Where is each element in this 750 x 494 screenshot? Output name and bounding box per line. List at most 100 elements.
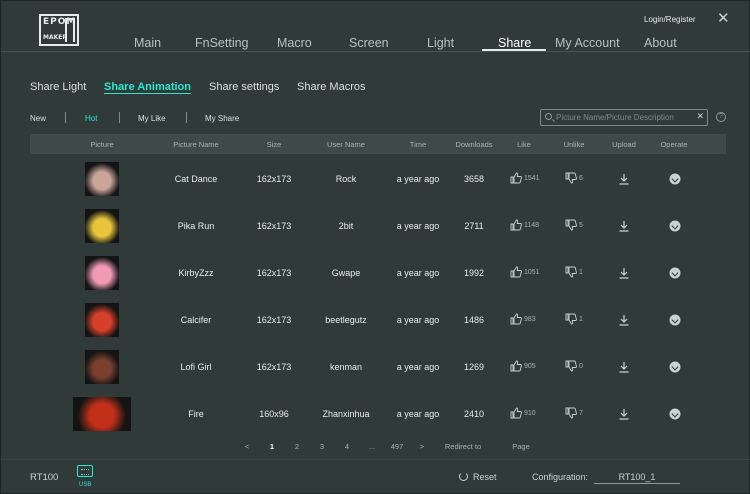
nav-macro[interactable]: Macro [277, 36, 312, 50]
page-number[interactable]: 4 [345, 442, 349, 451]
table-row: Cat Dance 162x173 Rock a year ago 3658 1541 6 [30, 155, 726, 202]
user-name: Zhanxinhua [322, 408, 370, 419]
epomaker-logo: EPOM MAKER [39, 14, 79, 46]
animation-thumbnail[interactable] [85, 208, 119, 243]
column-header: Unlike [563, 140, 585, 149]
nav-main[interactable]: Main [134, 36, 161, 50]
animation-thumbnail[interactable] [85, 255, 119, 290]
table-row: KirbyZzz 162x173 Gwape a year ago 1992 1051 1 [30, 249, 726, 296]
like-button[interactable]: 910 [510, 407, 536, 421]
column-header: Size [266, 140, 282, 149]
download-icon[interactable] [618, 361, 630, 373]
unlike-button[interactable]: 1 [565, 313, 583, 327]
operate-dropdown-icon[interactable] [669, 361, 681, 372]
unlike-button[interactable]: 7 [565, 407, 583, 421]
like-button[interactable]: 1148 [510, 219, 539, 233]
configuration-select[interactable]: RT100_1 [594, 472, 680, 484]
tab-share-macros[interactable]: Share Macros [297, 81, 365, 93]
search-icon [545, 113, 552, 120]
table-header: Picture Picture Name Size User Name Time… [30, 134, 726, 154]
operate-dropdown-icon[interactable] [669, 173, 681, 184]
operate-dropdown-icon[interactable] [669, 267, 681, 278]
like-button[interactable]: 1541 [510, 172, 540, 186]
login-register-link[interactable]: Login/Register [644, 15, 696, 24]
table-row: Fire 160x96 Zhanxinhua a year ago 2410 910 7 [30, 390, 726, 437]
operate-dropdown-icon[interactable] [669, 408, 681, 419]
unlike-button[interactable]: 5 [565, 219, 583, 233]
filter-hot[interactable]: Hot [85, 114, 97, 123]
like-button[interactable]: 983 [510, 313, 536, 327]
unlike-button[interactable]: 6 [565, 172, 583, 186]
filter-new[interactable]: New [30, 114, 46, 123]
like-button[interactable]: 905 [510, 360, 536, 374]
clear-search-icon[interactable]: ✕ [696, 111, 704, 122]
picture-name: Cat Dance [174, 173, 218, 184]
animation-thumbnail[interactable] [85, 161, 119, 196]
page-number[interactable]: 2 [295, 442, 299, 451]
nav-light[interactable]: Light [427, 36, 454, 50]
download-count: 2711 [464, 220, 484, 231]
page-number[interactable]: 1 [270, 442, 274, 451]
next-page-button[interactable]: > [420, 442, 424, 451]
page-number[interactable]: 3 [320, 442, 324, 451]
nav-screen[interactable]: Screen [349, 36, 389, 50]
table-row: Lofi Girl 162x173 kenman a year ago 1269 905 0 [30, 343, 726, 390]
close-icon[interactable]: ✕ [717, 11, 730, 26]
like-button[interactable]: 1051 [510, 266, 540, 280]
picture-name: KirbyZzz [178, 267, 214, 278]
download-icon[interactable] [618, 267, 630, 279]
unlike-count: 5 [579, 222, 583, 229]
logo-mark [65, 18, 75, 42]
unlike-count: 6 [579, 175, 583, 182]
nav-fnsetting[interactable]: FnSetting [195, 36, 249, 50]
column-header: Picture Name [173, 140, 219, 149]
reset-icon[interactable] [459, 472, 468, 481]
reset-button[interactable]: Reset [473, 472, 497, 482]
unlike-button[interactable]: 0 [565, 360, 583, 374]
thumbs-up-icon [510, 219, 522, 233]
download-count: 1269 [463, 361, 485, 372]
thumbs-up-icon [510, 407, 522, 421]
tab-share-settings[interactable]: Share settings [209, 81, 279, 93]
picture-name: Lofi Girl [180, 361, 212, 372]
search-input[interactable] [556, 112, 694, 123]
thumbs-down-icon [565, 219, 577, 233]
unlike-button[interactable]: 1 [565, 266, 583, 280]
animation-thumbnail[interactable] [73, 396, 131, 431]
filter-divider [119, 112, 120, 123]
animation-thumbnail[interactable] [85, 349, 119, 384]
usb-label: USB [79, 482, 92, 488]
tab-share-animation[interactable]: Share Animation [104, 81, 191, 93]
operate-dropdown-icon[interactable] [669, 220, 681, 231]
picture-size: 160x96 [259, 408, 289, 419]
user-name: beetlegutz [325, 314, 367, 325]
download-icon[interactable] [618, 220, 630, 232]
prev-page-button[interactable]: < [245, 442, 249, 451]
nav-about[interactable]: About [644, 36, 677, 50]
search-box: ✕ [540, 109, 708, 126]
operate-dropdown-icon[interactable] [669, 314, 681, 325]
tab-share-light[interactable]: Share Light [30, 81, 86, 93]
picture-size: 162x173 [256, 267, 292, 278]
nav-share[interactable]: Share [498, 36, 531, 50]
nav-my-account[interactable]: My Account [555, 36, 620, 50]
animation-thumbnail[interactable] [85, 302, 119, 337]
like-count: 1541 [524, 175, 540, 182]
unlike-count: 1 [579, 316, 583, 323]
column-header: Picture [90, 140, 114, 149]
thumbs-up-icon [510, 313, 522, 327]
picture-name: Calcifer [180, 314, 212, 325]
upload-time: a year ago [396, 173, 440, 184]
unlike-count: 0 [579, 363, 583, 370]
filter-my-like[interactable]: My Like [138, 114, 166, 123]
picture-size: 162x173 [256, 173, 292, 184]
page-number[interactable]: 497 [391, 442, 404, 451]
help-icon[interactable]: ? [716, 112, 726, 122]
download-count: 3658 [463, 173, 485, 184]
filter-my-share[interactable]: My Share [205, 114, 239, 123]
download-icon[interactable] [618, 408, 630, 420]
download-icon[interactable] [618, 314, 630, 326]
download-icon[interactable] [618, 173, 630, 185]
thumbs-down-icon [565, 360, 577, 374]
picture-size: 162x173 [256, 220, 292, 231]
